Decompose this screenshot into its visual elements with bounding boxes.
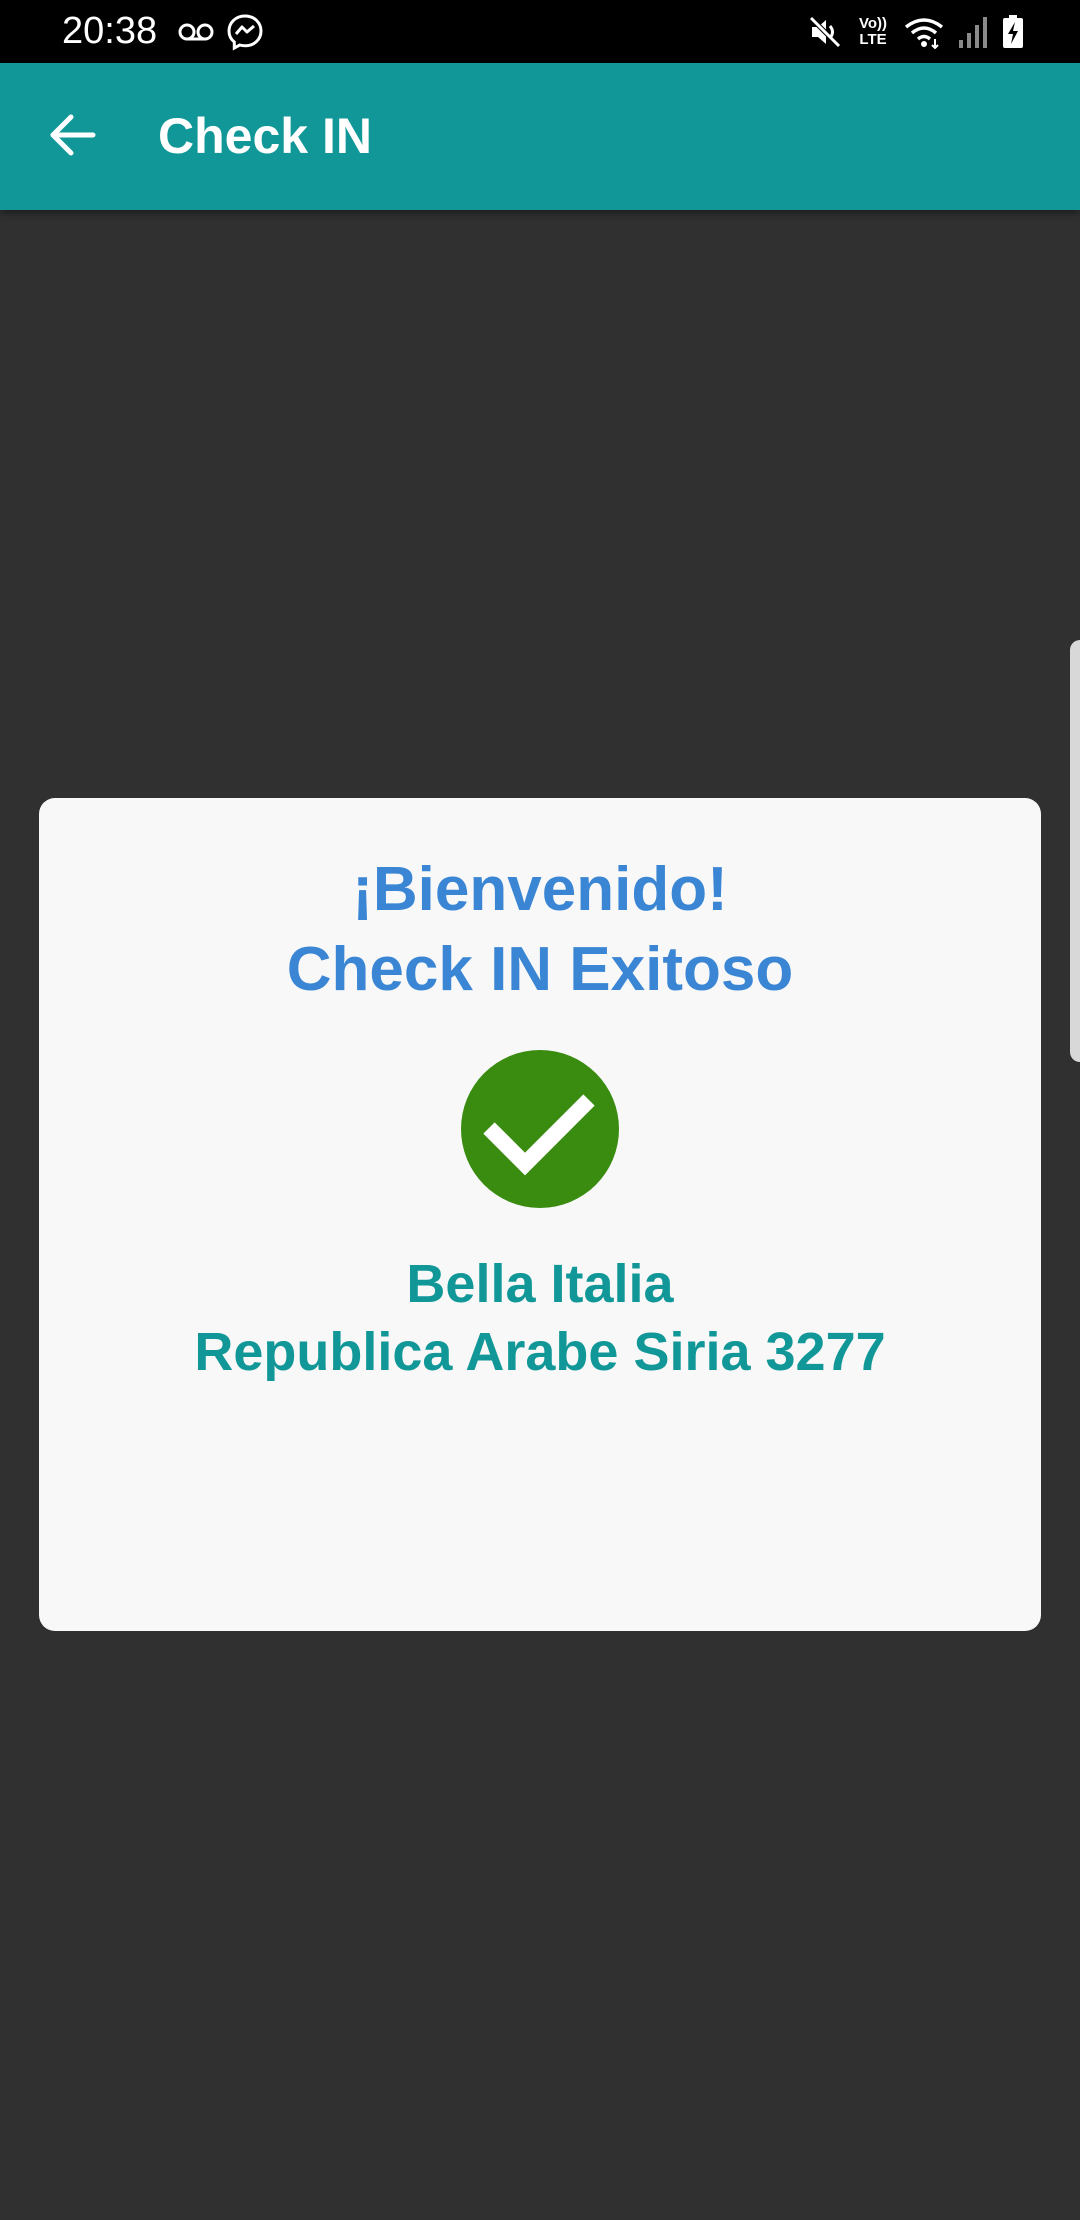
check-circle-icon [461,1050,619,1208]
app-bar: Check IN [0,63,1080,210]
welcome-line: ¡Bienvenido! [352,855,728,924]
volte-label: Vo)) LTE [858,15,888,48]
voicemail-icon [178,21,214,43]
checkin-success-dialog: ¡Bienvenido! Check IN Exitoso Bella Ital… [39,798,1041,1631]
page-title: Check IN [158,108,372,164]
success-message: Check IN Exitoso [286,935,794,1004]
venue-info: Bella Italia Republica Arabe Siria 3277 [39,1250,1041,1386]
status-time: 20:38 [62,10,158,52]
welcome-title: ¡Bienvenido! Check IN Exitoso [39,850,1041,1010]
signal-icon [958,16,988,48]
venue-name: Bella Italia [406,1254,674,1314]
venue-address: Republica Arabe Siria 3277 [194,1322,886,1382]
scrollbar[interactable] [1070,640,1080,1062]
status-bar: 20:38 Vo)) LTE [0,0,1080,63]
messenger-icon [226,13,264,51]
volte-icon: Vo)) LTE [856,16,890,48]
mute-icon [808,15,842,49]
wifi-icon [904,15,944,49]
battery-charging-icon [1002,15,1024,49]
status-left-icons [178,12,264,52]
arrow-back-icon [48,114,96,161]
status-right-icons: Vo)) LTE [808,12,1024,52]
back-button[interactable] [30,99,114,175]
